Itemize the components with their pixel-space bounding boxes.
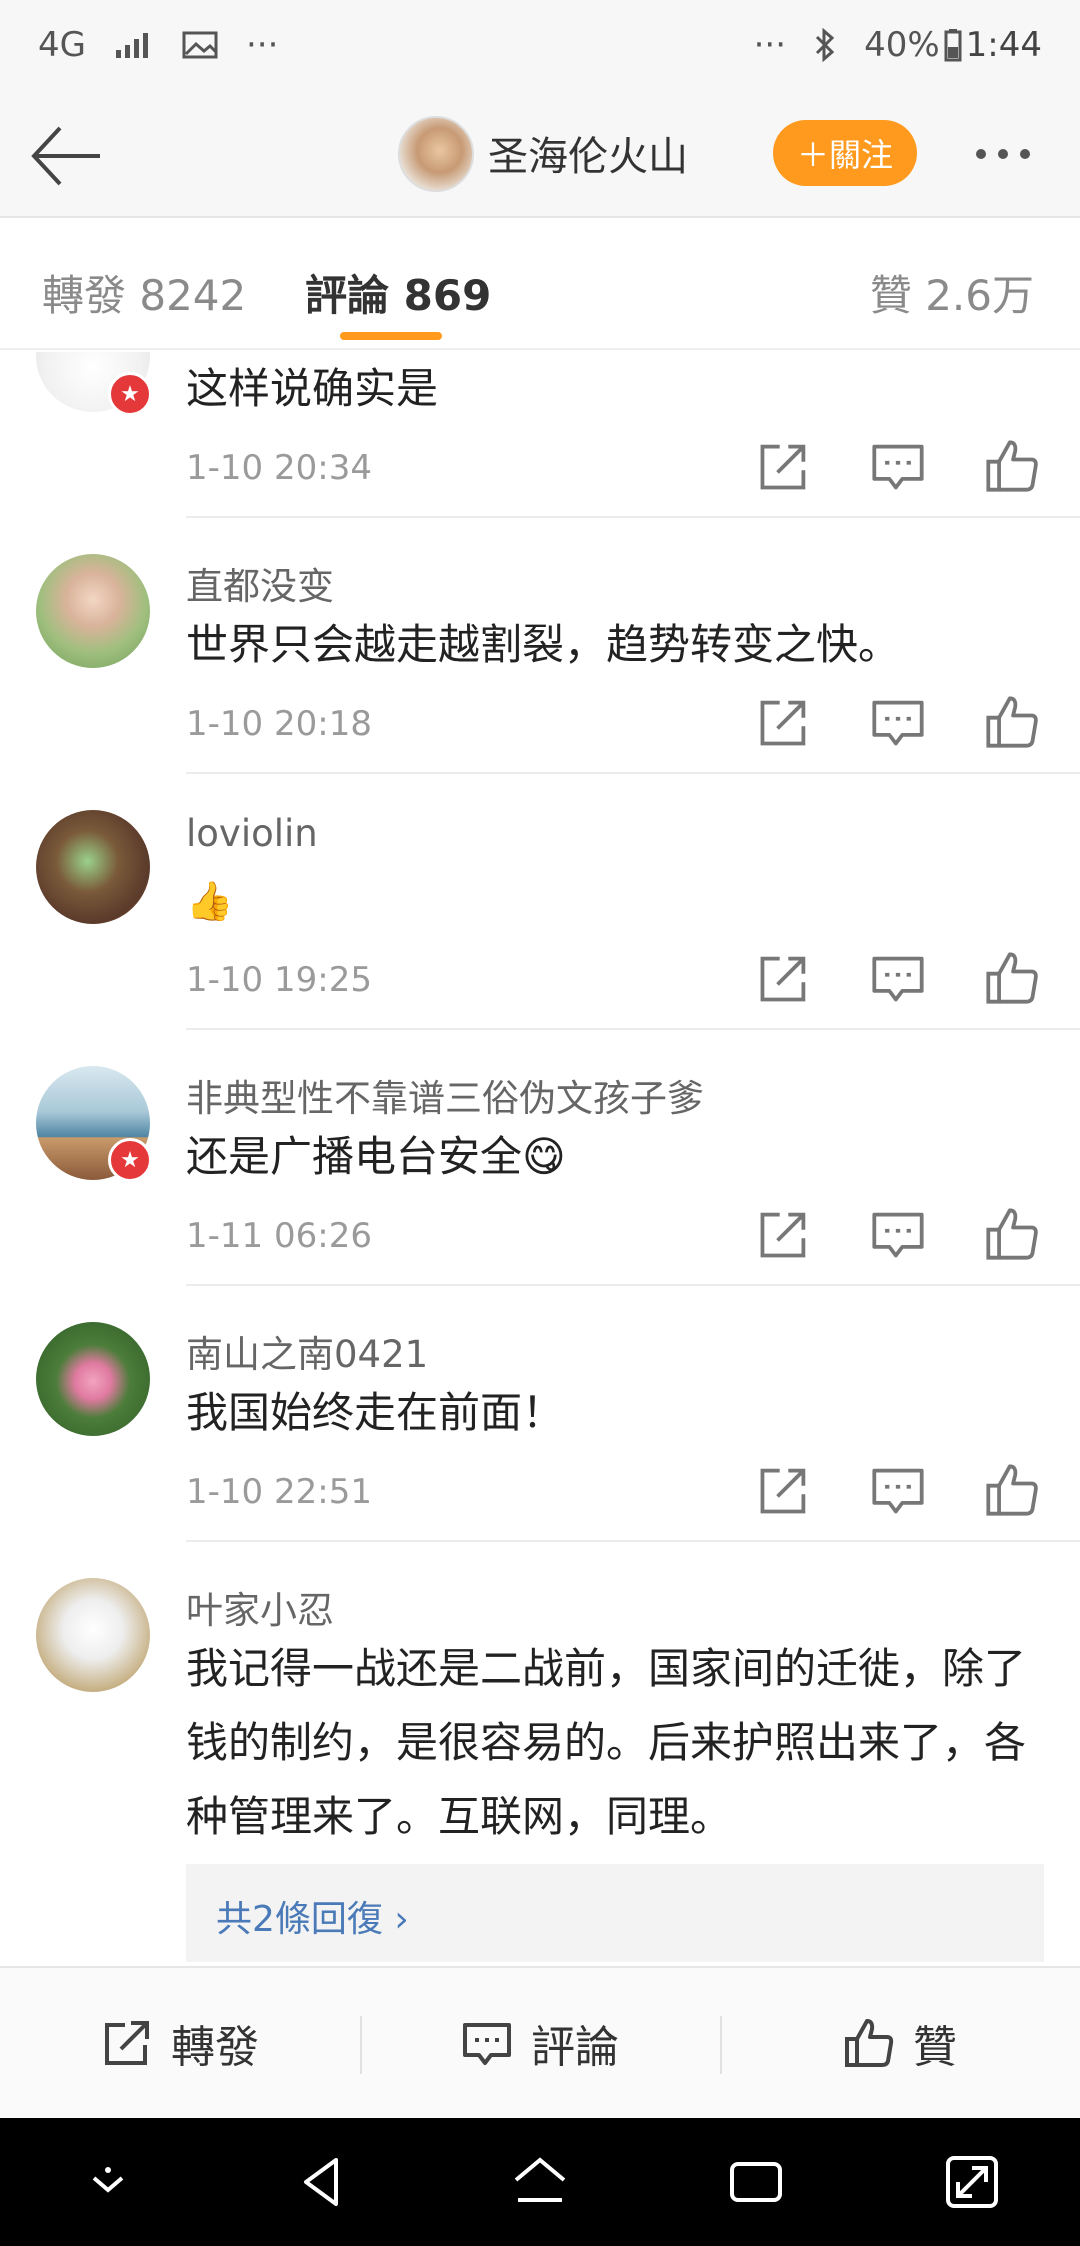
- comment-time: 1-10 19:25: [186, 960, 372, 1000]
- battery-group: 40% 1:44: [864, 25, 1042, 65]
- reply-icon[interactable]: [870, 694, 926, 750]
- back-icon[interactable]: [294, 2152, 354, 2212]
- verified-badge-icon: ★: [108, 372, 152, 416]
- comment-actions: [756, 1462, 1056, 1522]
- comment-author[interactable]: loviolin: [186, 812, 318, 855]
- reply-preview-box[interactable]: 共2條回復 ›: [186, 1864, 1044, 1962]
- share-icon[interactable]: [756, 950, 812, 1006]
- divider: [186, 516, 1080, 518]
- comment-author[interactable]: 南山之南0421: [186, 1324, 428, 1378]
- network-indicator: 4G: [38, 25, 86, 65]
- tab-like[interactable]: 贊 2.6万: [870, 262, 1034, 323]
- avatar[interactable]: [36, 554, 150, 668]
- reply-icon[interactable]: [870, 438, 926, 494]
- comment-text: 我国始终走在前面！: [186, 1388, 565, 1437]
- comment-text: 还是广播电台安全😋: [186, 1132, 566, 1181]
- like-button[interactable]: 贊: [720, 1968, 1080, 2118]
- comment-time: 1-10 22:51: [186, 1472, 372, 1512]
- back-arrow-icon[interactable]: [28, 118, 104, 194]
- share-icon[interactable]: [756, 1462, 812, 1518]
- comment-actions: [756, 438, 1056, 498]
- verified-badge-icon: ★: [108, 1138, 152, 1182]
- divider: [186, 1284, 1080, 1286]
- signal-icon: [115, 33, 148, 58]
- avatar[interactable]: [36, 810, 150, 924]
- status-bar: 4G ··· ··· 40% 1:44: [0, 0, 1080, 90]
- status-left: 4G ···: [38, 25, 278, 65]
- like-icon[interactable]: [984, 694, 1040, 750]
- bottom-action-bar: 轉發 評論 贊: [0, 1966, 1080, 2118]
- chevron-down-icon[interactable]: [78, 2152, 138, 2212]
- follow-button[interactable]: ＋關注: [773, 120, 917, 186]
- recent-apps-icon[interactable]: [726, 2152, 786, 2212]
- like-icon[interactable]: [984, 1462, 1040, 1518]
- image-icon: [182, 31, 218, 59]
- repost-button[interactable]: 轉發: [0, 1968, 360, 2118]
- comment-time: 1-10 20:34: [186, 448, 372, 488]
- comment-text: 👍: [186, 879, 234, 923]
- avatar[interactable]: [36, 1322, 150, 1436]
- tab-bar: 轉發 8242 評論 869 贊 2.6万: [0, 218, 1080, 350]
- comment-actions: [756, 1206, 1056, 1266]
- header-avatar[interactable]: [398, 116, 474, 192]
- battery-percent: 40%: [864, 25, 940, 65]
- comment-text: 世界只会越走越割裂，趋势转变之快。: [186, 620, 901, 669]
- battery-icon: [944, 29, 962, 62]
- like-icon[interactable]: [984, 1206, 1040, 1262]
- share-icon[interactable]: [756, 438, 812, 494]
- tab-comment[interactable]: 評論 869: [305, 262, 491, 323]
- comment-author[interactable]: 非典型性不靠谱三俗伪文孩子爹: [186, 1068, 704, 1122]
- share-icon[interactable]: [756, 694, 812, 750]
- avatar[interactable]: [36, 1578, 150, 1692]
- status-right: ··· 40% 1:44: [754, 25, 1042, 65]
- reply-icon[interactable]: [870, 1462, 926, 1518]
- comment-time: 1-11 06:26: [186, 1216, 372, 1256]
- system-nav-bar: [0, 2118, 1080, 2246]
- reply-icon[interactable]: [870, 1206, 926, 1262]
- header: 圣海伦火山 ＋關注: [0, 90, 1080, 218]
- comment-actions: [756, 694, 1056, 754]
- home-icon[interactable]: [510, 2152, 570, 2212]
- comment-text: 我记得一战还是二战前，国家间的迁徙，除了钱的制约，是很容易的。后来护照出来了，各…: [186, 1644, 1027, 1841]
- view-replies-link[interactable]: 共2條回復 ›: [216, 1890, 409, 1942]
- comment-actions: [756, 950, 1056, 1010]
- divider: [186, 1540, 1080, 1542]
- more-options-icon[interactable]: [976, 134, 1056, 174]
- tab-active-indicator: [340, 332, 442, 340]
- comment-author[interactable]: 直都没变: [186, 556, 334, 610]
- repost-label: 轉發: [171, 2022, 259, 2073]
- tab-repost[interactable]: 轉發 8242: [42, 262, 246, 323]
- comment-icon: [463, 2023, 511, 2065]
- comment-label: 評論: [531, 2022, 619, 2073]
- reply-icon[interactable]: [870, 950, 926, 1006]
- share-icon[interactable]: [756, 1206, 812, 1262]
- comment-text: 这样说确实是: [186, 364, 439, 413]
- thumbs-up-icon: [845, 2019, 894, 2067]
- expand-icon[interactable]: [942, 2152, 1002, 2212]
- divider: [186, 1028, 1080, 1030]
- status-more: ···: [245, 25, 279, 65]
- status-right-more: ···: [753, 25, 787, 65]
- comment-author[interactable]: 叶家小忍: [186, 1580, 334, 1634]
- bluetooth-icon: [816, 28, 835, 62]
- clock: 1:44: [965, 25, 1042, 65]
- divider: [186, 772, 1080, 774]
- like-icon[interactable]: [984, 950, 1040, 1006]
- header-title[interactable]: 圣海伦火山: [488, 124, 688, 182]
- comment-time: 1-10 20:18: [186, 704, 372, 744]
- like-icon[interactable]: [984, 438, 1040, 494]
- like-label: 贊: [913, 2022, 957, 2073]
- comment-button[interactable]: 評論: [360, 1968, 720, 2118]
- repost-icon: [105, 2021, 149, 2065]
